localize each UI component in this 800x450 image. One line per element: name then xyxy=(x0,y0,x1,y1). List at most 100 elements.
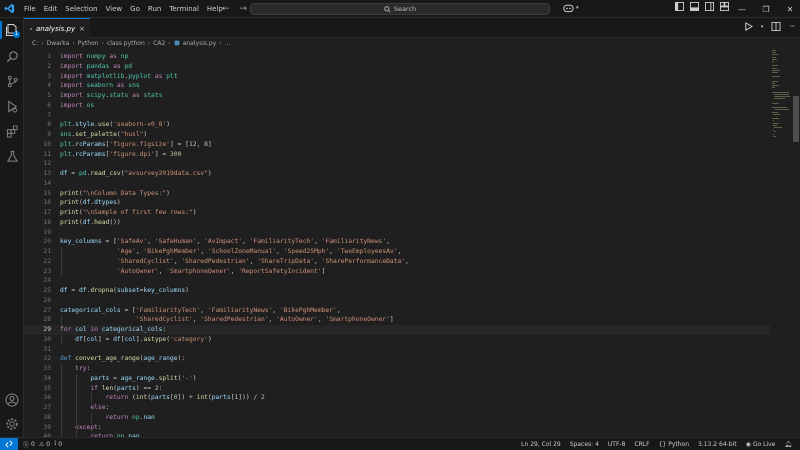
command-center-search[interactable]: Search xyxy=(250,3,550,15)
account-icon[interactable] xyxy=(5,393,19,407)
code-line[interactable]: 30 df[col] = df[col].astype('category') xyxy=(24,335,770,345)
code-text[interactable]: plt.rcParams['figure.figsize'] = [12, 8] xyxy=(60,140,212,150)
code-text[interactable]: sns.set_palette("husl") xyxy=(60,130,147,140)
code-line[interactable]: 4 import seaborn as sns xyxy=(24,81,770,91)
code-text[interactable]: print("\nColumn Data Types:") xyxy=(60,189,170,199)
search-view-icon[interactable] xyxy=(5,49,19,63)
code-line[interactable]: 34 parts = age_range.split('-') xyxy=(24,374,770,384)
minimize-icon[interactable]: — xyxy=(736,5,748,14)
code-text[interactable]: else: xyxy=(60,403,109,413)
code-line[interactable]: 11 plt.rcParams['figure.dpi'] = 300 xyxy=(24,150,770,160)
code-text[interactable]: import scipy.stats as stats xyxy=(60,91,162,101)
code-text[interactable]: import os xyxy=(60,101,94,111)
code-text[interactable]: try: xyxy=(60,364,90,374)
back-arrow-icon[interactable]: ← xyxy=(222,4,230,14)
code-line[interactable]: 9 sns.set_palette("husl") xyxy=(24,130,770,140)
code-line[interactable]: 14 xyxy=(24,179,770,189)
run-python-file-icon[interactable] xyxy=(744,22,753,31)
code-text[interactable]: categorical_cols = ['FamiliarityTech', '… xyxy=(60,306,341,316)
code-text[interactable]: def convert_age_range(age_range): xyxy=(60,354,185,364)
close-tab-icon[interactable]: × xyxy=(79,25,85,33)
explorer-icon[interactable]: 1 xyxy=(0,21,20,39)
code-line[interactable]: 25 df = df.dropna(subset=key_columns) xyxy=(24,286,770,296)
close-window-icon[interactable]: ✕ xyxy=(784,5,796,14)
run-debug-icon[interactable] xyxy=(5,99,19,113)
code-line[interactable]: 26 xyxy=(24,296,770,306)
remote-indicator[interactable] xyxy=(0,437,18,450)
code-text[interactable]: print("\nSample of first few rows:") xyxy=(60,208,197,218)
code-text[interactable]: 'AutoOwner', 'SmartphoneOwner', 'ReportS… xyxy=(60,267,326,277)
code-text[interactable]: for col in categorical_cols: xyxy=(60,325,166,335)
code-text[interactable]: return np.nan xyxy=(60,413,155,423)
forward-arrow-icon[interactable]: → xyxy=(240,4,248,14)
menu-selection[interactable]: Selection xyxy=(61,0,101,18)
code-line[interactable]: 23 'AutoOwner', 'SmartphoneOwner', 'Repo… xyxy=(24,267,770,277)
code-text[interactable]: 'Age', 'BikePghMember', 'SchoolZoneManua… xyxy=(60,247,401,257)
split-editor-icon[interactable] xyxy=(771,22,781,31)
scrollbar-thumb[interactable] xyxy=(793,96,799,142)
code-text[interactable]: parts = age_range.split('-') xyxy=(60,374,196,384)
code-text[interactable]: key_columns = ['SafeAv', 'SafeHuman', 'A… xyxy=(60,237,390,247)
customize-layout-icon[interactable] xyxy=(720,2,729,11)
code-text[interactable]: plt.rcParams['figure.dpi'] = 300 xyxy=(60,150,181,160)
code-line[interactable]: 12 xyxy=(24,159,770,169)
code-line[interactable]: 29 for col in categorical_cols: xyxy=(24,325,770,335)
code-line[interactable]: 33 try: xyxy=(24,364,770,374)
toggle-panel-icon[interactable] xyxy=(690,2,699,11)
code-line[interactable]: 7 xyxy=(24,111,770,121)
tab-analysis-py[interactable]: analysis.py × xyxy=(24,18,90,38)
menu-edit[interactable]: Edit xyxy=(40,0,62,18)
code-line[interactable]: 17 print("\nSample of first few rows:") xyxy=(24,208,770,218)
code-line[interactable]: 18 print(df.head()) xyxy=(24,218,770,228)
problems-indicator[interactable]: ⓧ 0 ⚠ 0 ⟟ 0 xyxy=(23,440,62,449)
minimap[interactable] xyxy=(772,48,790,178)
code-text[interactable]: 'SharedCyclist', 'SharedPedestrian', 'Au… xyxy=(60,315,394,325)
breadcrumb-folder-python[interactable]: Python xyxy=(78,40,99,47)
more-actions-icon[interactable]: ··· xyxy=(789,22,795,31)
breadcrumb-symbols[interactable]: ... xyxy=(225,40,231,47)
code-line[interactable]: 3 import matplotlib.pyplot as plt xyxy=(24,72,770,82)
code-text[interactable]: import pandas as pd xyxy=(60,62,132,72)
code-line[interactable]: 24 xyxy=(24,276,770,286)
breadcrumb-folder-ca2[interactable]: CA2 xyxy=(153,40,165,47)
toggle-sidebar-icon[interactable] xyxy=(675,2,684,11)
code-line[interactable]: 1 import numpy as np xyxy=(24,52,770,62)
editor-scrollbar[interactable] xyxy=(793,48,799,437)
ports-status[interactable]: ⟟ 0 xyxy=(54,440,62,448)
toggle-secondary-sidebar-icon[interactable] xyxy=(705,2,714,11)
code-line[interactable]: 21 'Age', 'BikePghMember', 'SchoolZoneMa… xyxy=(24,247,770,257)
breadcrumb-drive[interactable]: C: xyxy=(32,40,38,47)
code-line[interactable]: 8 plt.style.use('seaborn-v0_8') xyxy=(24,120,770,130)
code-line[interactable]: 39 except: xyxy=(24,423,770,433)
source-control-icon[interactable] xyxy=(5,74,19,88)
menu-go[interactable]: Go xyxy=(126,0,144,18)
code-line[interactable]: 38 return np.nan xyxy=(24,413,770,423)
code-line[interactable]: 2 import pandas as pd xyxy=(24,62,770,72)
encoding-status[interactable]: UTF-8 xyxy=(608,441,626,448)
code-text[interactable]: df = df.dropna(subset=key_columns) xyxy=(60,286,189,296)
code-line[interactable]: 6 import os xyxy=(24,101,770,111)
warnings-status[interactable]: ⚠ 0 xyxy=(39,441,50,448)
testing-flask-icon[interactable] xyxy=(5,149,19,163)
notifications-bell-icon[interactable]: 🔔︎ xyxy=(784,441,792,448)
menu-file[interactable]: File xyxy=(20,0,40,18)
code-text[interactable]: 'SharedCyclist', 'SharedPedestrian', 'Sh… xyxy=(60,257,409,267)
go-live-button[interactable]: ◉ Go Live xyxy=(746,441,776,448)
code-text[interactable]: df = pd.read_csv("avsurvey2019data.csv") xyxy=(60,169,212,179)
indentation-status[interactable]: Spaces: 4 xyxy=(570,441,599,448)
python-interpreter[interactable]: 3.13.2 64-bit xyxy=(698,441,737,448)
language-mode[interactable]: {} Python xyxy=(659,441,689,448)
code-text[interactable]: df[col] = df[col].astype('category') xyxy=(60,335,212,345)
code-line[interactable]: 28 'SharedCyclist', 'SharedPedestrian', … xyxy=(24,315,770,325)
code-line[interactable]: 20 key_columns = ['SafeAv', 'SafeHuman', … xyxy=(24,237,770,247)
code-line[interactable]: 36 return (int(parts[0]) + int(parts[1])… xyxy=(24,393,770,403)
code-text[interactable]: import matplotlib.pyplot as plt xyxy=(60,72,178,82)
errors-status[interactable]: ⓧ 0 xyxy=(23,440,35,449)
eol-status[interactable]: CRLF xyxy=(634,441,649,448)
code-text[interactable]: import seaborn as sns xyxy=(60,81,140,91)
breadcrumb-folder-class-python[interactable]: class python xyxy=(107,40,145,47)
code-line[interactable]: 15 print("\nColumn Data Types:") xyxy=(24,189,770,199)
settings-gear-icon[interactable] xyxy=(5,417,19,431)
code-editor[interactable]: 1 import numpy as np 2 import pandas as pd 3… xyxy=(24,48,770,437)
code-line[interactable]: 13 df = pd.read_csv("avsurvey2019data.csv… xyxy=(24,169,770,179)
